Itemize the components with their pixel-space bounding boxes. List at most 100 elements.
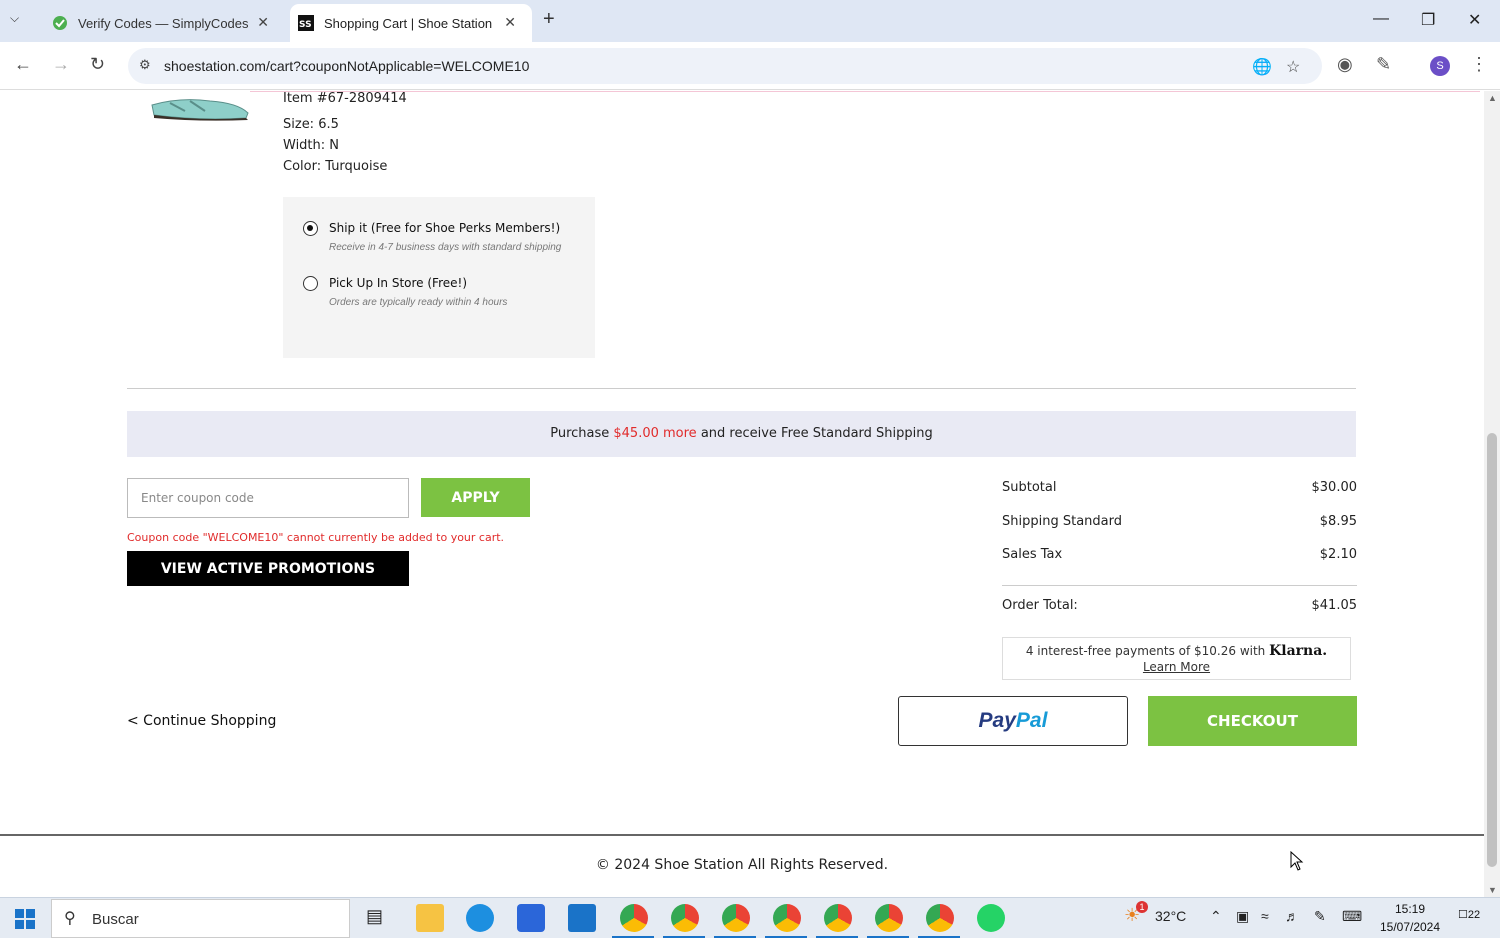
scroll-up-icon[interactable]: ▲ <box>1488 93 1497 103</box>
reload-icon[interactable]: ↻ <box>90 54 105 75</box>
free-shipping-banner: Purchase $45.00 more and receive Free St… <box>127 411 1356 457</box>
mail-icon[interactable] <box>568 904 596 932</box>
close-tab-icon[interactable]: ✕ <box>504 14 516 31</box>
clock-date: 15/07/2024 <box>1379 920 1441 934</box>
pickup-radio[interactable] <box>303 276 318 291</box>
search-icon: ⚲ <box>64 910 76 927</box>
chrome-profile-3-icon[interactable] <box>714 904 756 938</box>
banner-amount: $45.00 more <box>613 426 697 441</box>
total-row: Order Total: $41.05 <box>1002 598 1357 618</box>
page-viewport: Item #67-2809414 Size: 6.5 Width: N Colo… <box>0 91 1500 897</box>
banner-suffix: and receive Free Standard Shipping <box>696 426 933 441</box>
tax-row: Sales Tax $2.10 <box>1002 547 1357 567</box>
klarna-box: 4 interest-free payments of $10.26 with … <box>1002 637 1351 680</box>
taskbar-search-placeholder: Buscar <box>92 911 139 928</box>
apply-coupon-button[interactable]: APPLY <box>421 478 530 517</box>
extensions-icon[interactable]: ✎ <box>1376 54 1391 75</box>
translate-icon[interactable]: 🌐 <box>1252 57 1272 77</box>
total-value: $41.05 <box>1311 598 1358 613</box>
window-close-icon[interactable]: ✕ <box>1468 10 1481 30</box>
continue-shopping-link[interactable]: < Continue Shopping <box>127 713 276 729</box>
close-tab-icon[interactable]: ✕ <box>257 14 269 31</box>
tax-label: Sales Tax <box>1002 547 1063 562</box>
windows-start-icon[interactable] <box>15 909 35 929</box>
product-thumbnail[interactable] <box>150 91 250 121</box>
tab-search-icon[interactable]: ⌵ <box>10 11 19 26</box>
tab-title: Shopping Cart | Shoe Station <box>324 15 493 31</box>
weather-temp[interactable]: 32°C <box>1155 908 1186 924</box>
weather-badge: 1 <box>1136 901 1148 913</box>
profile-avatar[interactable]: S <box>1430 56 1450 76</box>
mouse-cursor-icon <box>1290 851 1304 871</box>
item-width: Width: N <box>283 138 340 153</box>
checkout-button[interactable]: CHECKOUT <box>1148 696 1357 746</box>
forward-icon[interactable]: → <box>52 54 70 75</box>
ship-it-subtitle: Receive in 4-7 business days with standa… <box>329 242 562 253</box>
pen-icon[interactable]: ✎ <box>1314 908 1326 925</box>
shipping-label: Shipping Standard <box>1002 514 1122 529</box>
ship-it-label[interactable]: Ship it (Free for Shoe Perks Members!) <box>329 221 560 235</box>
scroll-down-icon[interactable]: ▼ <box>1488 885 1497 895</box>
tab-title: Verify Codes — SimplyCodes <box>78 15 249 31</box>
restore-icon[interactable]: ❐ <box>1421 10 1435 30</box>
file-explorer-icon[interactable] <box>416 904 444 932</box>
coupon-error-message: Coupon code "WELCOME10" cannot currently… <box>127 531 505 544</box>
windows-taskbar: ⚲ Buscar ▤ ☀ 1 32°C ⌃ ▣ ≈ ♬ ✎ ⌨ 15:19 15… <box>0 897 1500 938</box>
klarna-learn-more-link[interactable]: Learn More <box>1003 660 1350 674</box>
whatsapp-icon[interactable] <box>977 904 1005 932</box>
chrome-profile-5-icon[interactable] <box>816 904 858 938</box>
shipping-value: $8.95 <box>1319 514 1357 529</box>
back-icon[interactable]: ← <box>14 54 32 75</box>
page-scrollbar[interactable]: ▲ ▼ <box>1484 91 1500 897</box>
taskbar-clock[interactable]: 15:19 15/07/2024 <box>1370 900 1450 936</box>
klarna-text: 4 interest-free payments of $10.26 with <box>1025 644 1270 658</box>
url-bar[interactable]: ⚙ shoestation.com/cart?couponNotApplicab… <box>128 48 1322 84</box>
ship-it-radio[interactable] <box>303 221 318 236</box>
taskbar-search[interactable]: ⚲ Buscar <box>51 899 350 938</box>
browser-tab-bar: ⌵ Verify Codes — SimplyCodes ✕ SS Shoppi… <box>0 0 1500 42</box>
tab-shoe-station[interactable]: SS Shopping Cart | Shoe Station ✕ <box>290 4 532 42</box>
chrome-profile-6-icon[interactable] <box>867 904 909 938</box>
minimize-icon[interactable]: — <box>1373 10 1389 28</box>
store-icon[interactable] <box>517 904 545 932</box>
tab-simplycodes[interactable]: Verify Codes — SimplyCodes ✕ <box>40 4 285 42</box>
chrome-profile-1-icon[interactable] <box>612 904 654 938</box>
wifi-icon[interactable]: ≈ <box>1261 908 1269 924</box>
subtotal-label: Subtotal <box>1002 480 1057 495</box>
tray-chevron-icon[interactable]: ⌃ <box>1210 908 1222 925</box>
chrome-profile-2-icon[interactable] <box>663 904 705 938</box>
menu-kebab-icon[interactable]: ⋮ <box>1470 54 1488 75</box>
notification-count: 22 <box>1467 909 1481 921</box>
svg-text:SS: SS <box>299 20 312 30</box>
shoe-station-favicon-icon: SS <box>298 15 314 31</box>
item-divider <box>127 388 1356 389</box>
klarna-line: 4 interest-free payments of $10.26 with … <box>1003 643 1350 659</box>
site-info-icon[interactable]: ⚙ <box>139 57 151 73</box>
clock-time: 15:19 <box>1394 902 1426 916</box>
bookmark-star-icon[interactable]: ☆ <box>1286 57 1300 77</box>
view-promotions-button[interactable]: VIEW ACTIVE PROMOTIONS <box>127 551 409 586</box>
meet-icon[interactable]: ▣ <box>1236 908 1249 925</box>
chrome-profile-7-icon[interactable] <box>918 904 960 938</box>
notification-center[interactable]: ☐22 <box>1458 908 1482 928</box>
shipping-row: Shipping Standard $8.95 <box>1002 514 1357 534</box>
header-divider <box>250 91 1480 92</box>
paypal-logo: PayPal <box>978 709 1048 732</box>
subtotal-value: $30.00 <box>1311 480 1358 495</box>
keyboard-icon[interactable]: ⌨ <box>1342 908 1362 925</box>
pickup-label[interactable]: Pick Up In Store (Free!) <box>329 276 467 290</box>
edge-icon[interactable] <box>466 904 494 932</box>
task-view-icon[interactable]: ▤ <box>366 906 383 927</box>
shipping-options: Ship it (Free for Shoe Perks Members!) R… <box>283 197 595 358</box>
chrome-profile-4-icon[interactable] <box>765 904 807 938</box>
simplycodes-favicon-icon <box>52 15 68 31</box>
pickup-subtitle: Orders are typically ready within 4 hour… <box>329 297 508 308</box>
vpn-icon[interactable]: ◉ <box>1337 54 1353 75</box>
volume-icon[interactable]: ♬ <box>1285 908 1299 924</box>
scroll-thumb[interactable] <box>1487 433 1497 867</box>
summary-divider <box>1002 585 1357 586</box>
url-text: shoestation.com/cart?couponNotApplicable… <box>164 58 530 74</box>
new-tab-icon[interactable]: + <box>543 8 555 31</box>
paypal-button[interactable]: PayPal <box>898 696 1128 746</box>
coupon-input[interactable] <box>127 478 409 518</box>
